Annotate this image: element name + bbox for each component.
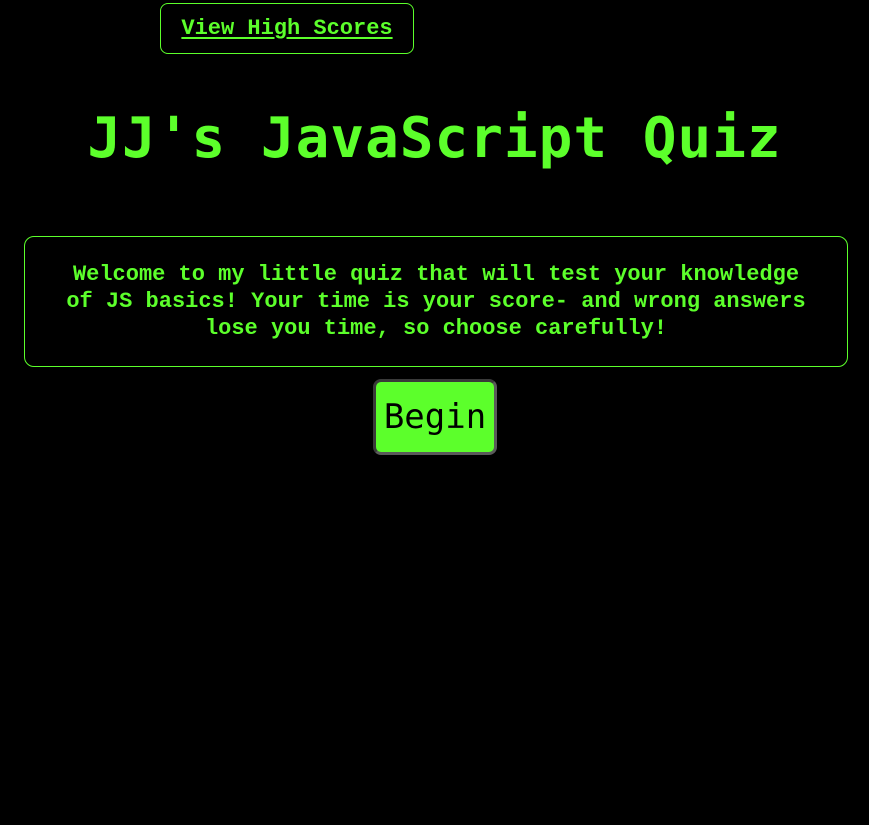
intro-text: Welcome to my little quiz that will test… — [66, 262, 806, 341]
view-high-scores-link[interactable]: View High Scores — [181, 16, 392, 41]
high-scores-box: View High Scores — [160, 3, 414, 54]
intro-box: Welcome to my little quiz that will test… — [24, 236, 848, 367]
page-title: JJ's JavaScript Quiz — [87, 106, 782, 171]
begin-button[interactable]: Begin — [373, 379, 497, 455]
